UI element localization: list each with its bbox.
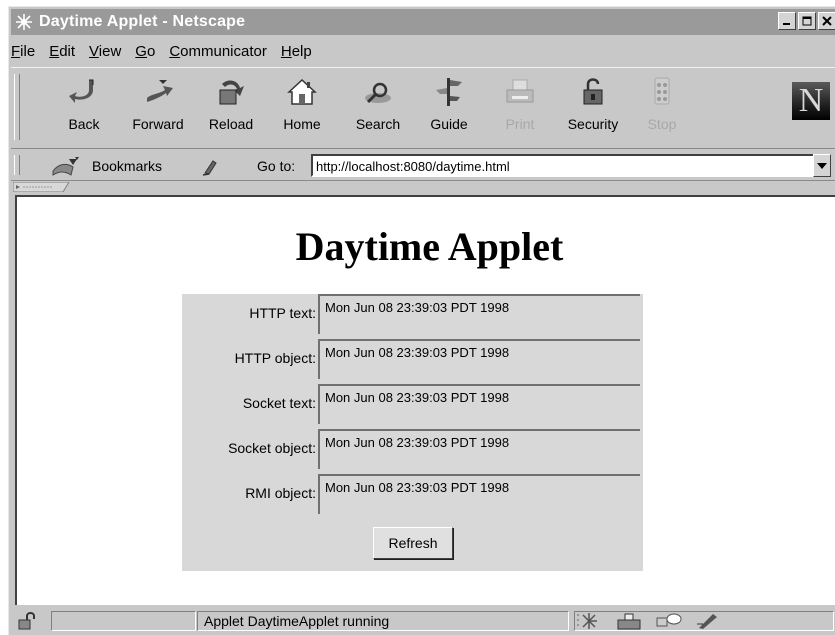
mail-inbox-icon[interactable] <box>615 612 643 630</box>
http-text-field[interactable]: Mon Jun 08 23:39:03 PDT 1998 <box>318 294 640 334</box>
search-label: Search <box>355 116 401 132</box>
netscape-logo-letter: N <box>798 82 824 119</box>
window-controls <box>778 12 835 30</box>
security-lock-icon <box>583 78 603 105</box>
menu-edit-accelerator: E <box>49 42 60 60</box>
menu-view-accelerator: V <box>89 42 99 60</box>
rmi-object-label: RMI object: <box>245 485 316 501</box>
maximize-icon <box>802 16 812 26</box>
navigation-toolbar: Back Forward Reload Home Search Guide Pr… <box>11 67 835 149</box>
minimize-icon <box>783 23 790 25</box>
menu-bar: File Edit View Go Communicator Help <box>11 39 326 63</box>
http-text-row: HTTP text: Mon Jun 08 23:39:03 PDT 1998 <box>182 294 643 334</box>
menu-view-label: iew <box>98 42 122 60</box>
goto-label: Go to: <box>257 158 296 174</box>
bookmarks-icon[interactable] <box>51 155 81 177</box>
page-proxy-icon[interactable] <box>201 157 221 177</box>
url-history-dropdown[interactable] <box>813 154 831 177</box>
menu-communicator-accelerator: C <box>169 42 181 60</box>
page-title: Daytime Applet <box>295 224 564 269</box>
socket-object-row: Socket object: Mon Jun 08 23:39:03 PDT 1… <box>182 429 643 469</box>
browser-window: Daytime Applet - Netscape File Edit View… <box>8 6 835 635</box>
socket-text-label: Socket text: <box>242 395 316 411</box>
menu-help-accelerator: H <box>280 42 292 60</box>
menu-help-label: elp <box>291 42 312 60</box>
menu-view[interactable]: View <box>89 43 121 60</box>
title-bar[interactable]: Daytime Applet - Netscape <box>11 9 835 35</box>
forward-label: Forward <box>132 116 184 132</box>
menu-edit[interactable]: Edit <box>49 43 75 60</box>
home-icon <box>287 78 317 105</box>
security-label: Security <box>567 116 619 132</box>
http-object-field[interactable]: Mon Jun 08 23:39:03 PDT 1998 <box>318 339 640 379</box>
menu-communicator-label: ommunicator <box>180 42 267 60</box>
http-object-row: HTTP object: Mon Jun 08 23:39:03 PDT 199… <box>182 339 643 379</box>
menu-go[interactable]: Go <box>135 43 155 60</box>
back-label: Back <box>68 116 100 132</box>
stop-label: Stop <box>647 116 677 132</box>
composer-icon[interactable] <box>695 612 723 630</box>
status-bar: Applet DaytimeApplet running <box>11 610 835 634</box>
home-label: Home <box>283 116 321 132</box>
close-icon <box>822 16 832 26</box>
menu-help[interactable]: Help <box>281 43 312 60</box>
minimize-button[interactable] <box>778 12 796 30</box>
socket-object-label: Socket object: <box>228 440 316 456</box>
search-icon <box>365 82 391 104</box>
rmi-object-field[interactable]: Mon Jun 08 23:39:03 PDT 1998 <box>318 474 640 514</box>
security-button[interactable]: Security <box>558 76 628 142</box>
url-input[interactable]: http://localhost:8080/daytime.html <box>311 154 819 177</box>
navigator-icon[interactable] <box>575 612 603 630</box>
print-button[interactable]: Print <box>485 76 555 142</box>
forward-icon <box>147 80 173 102</box>
daytime-applet: HTTP text: Mon Jun 08 23:39:03 PDT 1998 … <box>182 294 643 571</box>
guide-label: Guide <box>430 116 468 132</box>
menu-edit-label: dit <box>59 42 76 60</box>
print-label: Print <box>505 116 535 132</box>
discussion-groups-icon[interactable] <box>655 612 683 630</box>
status-text: Applet DaytimeApplet running <box>197 611 569 631</box>
http-text-label: HTTP text: <box>249 305 316 321</box>
rmi-object-row: RMI object: Mon Jun 08 23:39:03 PDT 1998 <box>182 474 643 514</box>
search-button[interactable]: Search <box>343 76 413 142</box>
location-toolbar: Bookmarks Go to: http://localhost:8080/d… <box>11 151 835 181</box>
netscape-logo[interactable]: N <box>792 82 830 120</box>
http-object-label: HTTP object: <box>234 350 316 366</box>
stop-icon <box>654 77 670 105</box>
security-status-icon[interactable] <box>17 612 37 630</box>
maximize-button[interactable] <box>798 12 816 30</box>
window-title: Daytime Applet - Netscape <box>39 13 246 30</box>
forward-button[interactable]: Forward <box>123 76 193 142</box>
back-icon <box>69 79 94 103</box>
location-toolbar-grip[interactable] <box>14 155 20 175</box>
page-content: Daytime Applet HTTP text: Mon Jun 08 23:… <box>15 195 835 605</box>
reload-button[interactable]: Reload <box>196 76 266 142</box>
menu-go-label: o <box>146 42 156 60</box>
menu-file-label: ile <box>20 42 36 60</box>
chevron-down-icon <box>817 162 827 169</box>
menu-go-accelerator: G <box>135 42 147 60</box>
socket-object-field[interactable]: Mon Jun 08 23:39:03 PDT 1998 <box>318 429 640 469</box>
progress-bar <box>51 611 196 631</box>
print-icon <box>506 79 534 103</box>
menu-file[interactable]: File <box>11 43 35 60</box>
guide-icon <box>436 78 462 106</box>
component-bar <box>574 611 834 631</box>
refresh-button[interactable]: Refresh <box>373 527 453 559</box>
reload-icon <box>219 80 244 105</box>
home-button[interactable]: Home <box>267 76 337 142</box>
back-button[interactable]: Back <box>49 76 119 142</box>
guide-button[interactable]: Guide <box>414 76 484 142</box>
collapsed-toolbar-tab[interactable] <box>13 182 75 192</box>
socket-text-row: Socket text: Mon Jun 08 23:39:03 PDT 199… <box>182 384 643 424</box>
toolbar-grip[interactable] <box>14 74 20 140</box>
bookmarks-label[interactable]: Bookmarks <box>92 158 162 174</box>
netscape-app-icon <box>16 14 32 30</box>
reload-label: Reload <box>208 116 254 132</box>
close-button[interactable] <box>818 12 835 30</box>
stop-button[interactable]: Stop <box>627 76 697 142</box>
menu-file-accelerator: F <box>11 42 21 60</box>
menu-communicator[interactable]: Communicator <box>169 43 267 60</box>
socket-text-field[interactable]: Mon Jun 08 23:39:03 PDT 1998 <box>318 384 640 424</box>
